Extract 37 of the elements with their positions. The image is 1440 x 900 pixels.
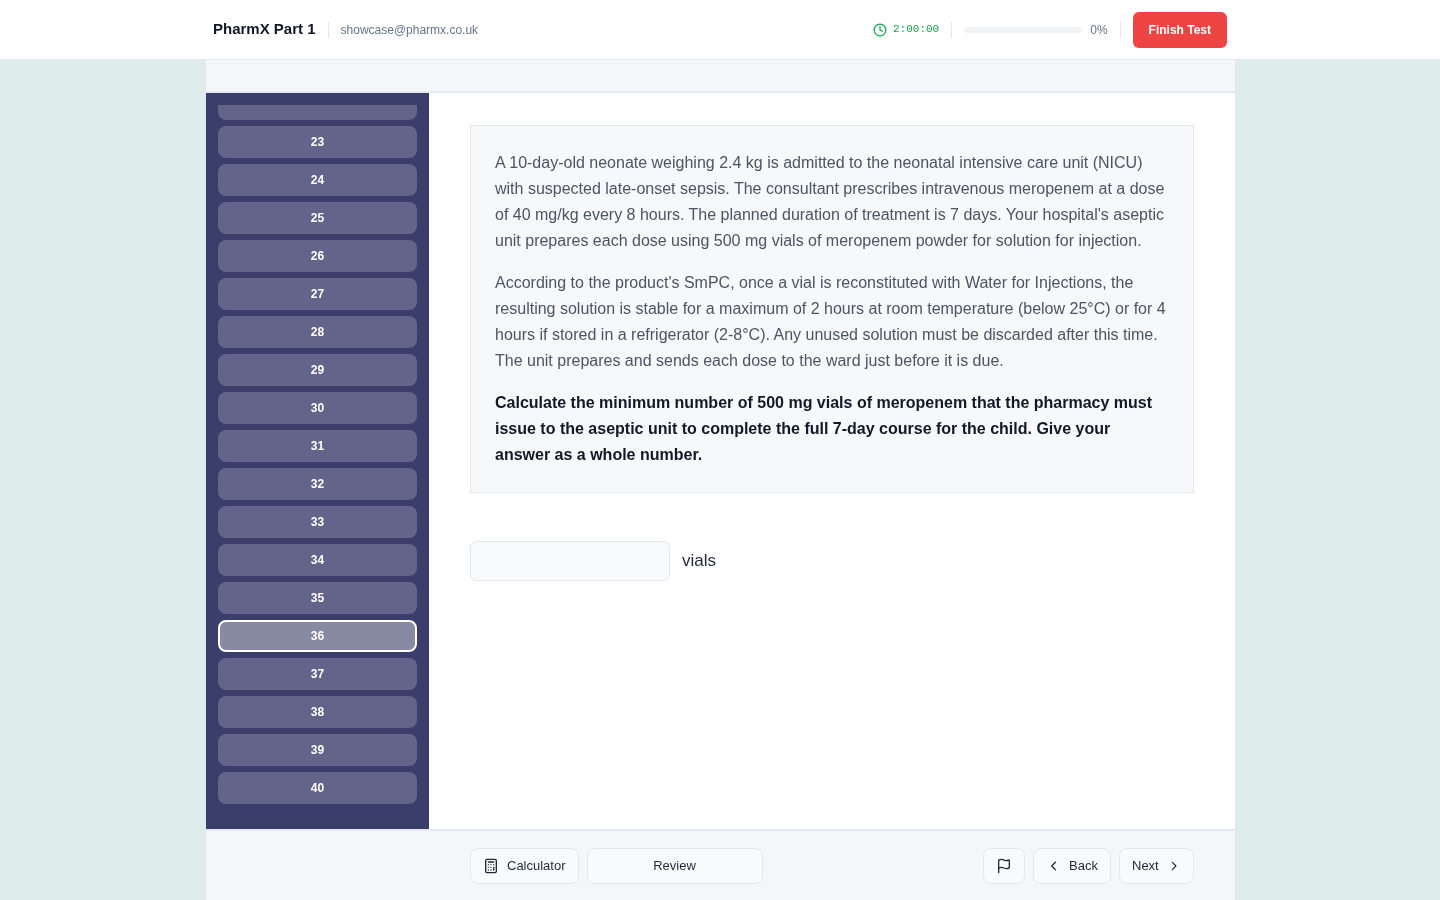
answer-unit: vials — [682, 550, 716, 573]
timer-text: 2:00:00 — [893, 22, 940, 38]
clock-icon — [873, 22, 887, 37]
question-button[interactable]: 32 — [218, 468, 417, 500]
back-button[interactable]: Back — [1033, 847, 1111, 884]
question-button[interactable]: 30 — [218, 392, 417, 424]
question-button[interactable]: 29 — [218, 354, 417, 386]
question-button[interactable]: 33 — [218, 506, 417, 538]
question-button[interactable]: 23 — [218, 126, 417, 158]
app-title: PharmX Part 1 — [213, 19, 316, 40]
question-button[interactable]: 34 — [218, 544, 417, 576]
question-button[interactable]: 24 — [218, 164, 417, 196]
progress-percent: 0% — [1090, 21, 1108, 39]
flag-icon — [996, 857, 1012, 874]
next-button[interactable]: Next — [1119, 847, 1194, 884]
calculator-button[interactable]: Calculator — [470, 847, 579, 884]
question-button[interactable] — [218, 105, 417, 120]
question-button[interactable]: 38 — [218, 696, 417, 728]
user-email: showcase@pharmx.co.uk — [340, 21, 479, 39]
question-button[interactable]: 28 — [218, 316, 417, 348]
question-button[interactable]: 39 — [218, 734, 417, 766]
question-button[interactable]: 26 — [218, 240, 417, 272]
answer-input[interactable] — [470, 541, 670, 581]
question-button[interactable]: 27 — [218, 278, 417, 310]
calculator-icon — [483, 857, 499, 874]
question-paragraph: According to the product's SmPC, once a vial is reconstituted with Water for Injections, the resulting solution is stable for a maximum of 2 hours at room temperature (below 25°C) or for 4 hours if stored in a refrigerator (2-8°C). Any unused solution must be discarded after this time. The unit prepares and sends each dose to the ward just before it is due. — [495, 273, 1167, 371]
review-button[interactable]: Review — [586, 847, 763, 884]
question-button[interactable]: 36 — [218, 620, 417, 652]
finish-test-button[interactable]: Finish Test — [1132, 11, 1227, 48]
question-button[interactable]: 35 — [218, 582, 417, 614]
question-button[interactable]: 25 — [218, 202, 417, 234]
question-button[interactable]: 37 — [218, 658, 417, 690]
question-paragraph: A 10-day-old neonate weighing 2.4 kg is admitted to the neonatal intensive care unit (NICU) with suspected late-onset sepsis. The consultant prescribes intravenous meropenem at a dose of 40 mg/kg every 8 hours. The planned duration of treatment is 7 days. Your hospital's aseptic unit prepares each dose using 500 mg vials of meropenem powder for solution for injection. — [495, 153, 1166, 251]
question-instruction: Calculate the minimum number of 500 mg vials of meropenem that the pharmacy must issue to the aseptic unit to complete the full 7-day course for the child. Give your answer as a whole number. — [495, 393, 1154, 465]
question-button[interactable]: 31 — [218, 430, 417, 462]
question-button[interactable]: 40 — [218, 772, 417, 804]
flag-button[interactable] — [983, 847, 1025, 884]
